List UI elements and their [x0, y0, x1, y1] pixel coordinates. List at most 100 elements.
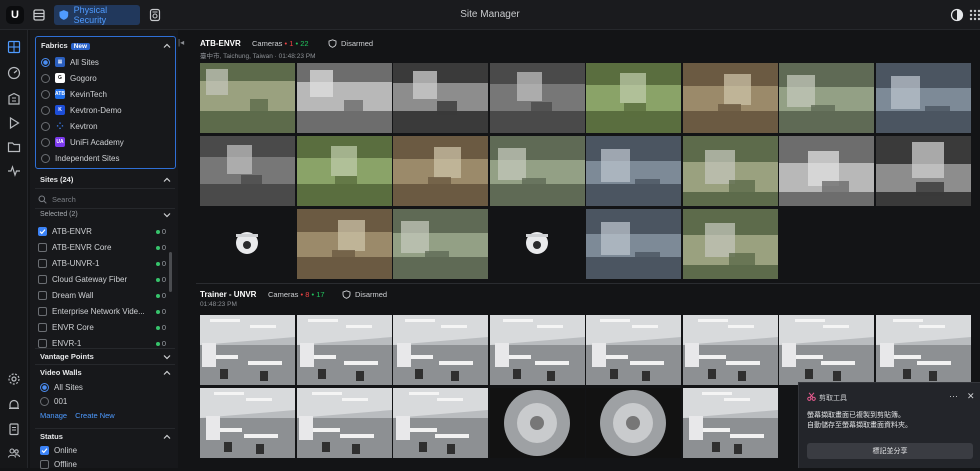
radio-button[interactable]	[41, 73, 50, 83]
search-input[interactable]: Search	[38, 192, 168, 206]
camera-feed-tile[interactable]	[393, 63, 488, 133]
status-item[interactable]: Online	[40, 443, 77, 457]
camera-feed-tile[interactable]	[393, 136, 488, 206]
status-item[interactable]: Offline	[40, 457, 77, 471]
camera-feed-tile[interactable]	[876, 136, 971, 206]
bell-icon[interactable]	[7, 398, 21, 412]
video-wall-item[interactable]: All Sites	[40, 380, 83, 394]
camera-feed-tile[interactable]	[490, 315, 585, 385]
checkbox[interactable]	[38, 274, 47, 284]
fabric-item[interactable]: K Kevtron-Demo	[41, 103, 122, 117]
nvr-name[interactable]: Trainer - UNVR	[200, 290, 256, 299]
camera-feed-tile[interactable]	[586, 136, 681, 206]
chevron-down-icon[interactable]	[163, 353, 171, 361]
camera-feed-tile[interactable]	[200, 388, 295, 458]
camera-feed-tile[interactable]	[200, 136, 295, 206]
camera-feed-tile[interactable]	[586, 209, 681, 279]
checkbox[interactable]	[40, 459, 49, 469]
arm-status[interactable]: Disarmed	[342, 290, 387, 299]
radio-button[interactable]	[41, 89, 50, 99]
site-item[interactable]: ATB-ENVR Core 0	[38, 239, 166, 255]
radio-button[interactable]	[40, 382, 49, 392]
manage-link[interactable]: Manage	[40, 411, 67, 420]
play-icon[interactable]	[7, 116, 21, 130]
fabric-item[interactable]: ⁘ Kevtron	[41, 119, 98, 133]
camera-feed-tile[interactable]	[393, 209, 488, 279]
camera-feed-tile[interactable]	[586, 63, 681, 133]
fabric-item[interactable]: ATB KevinTech	[41, 87, 107, 101]
checkbox[interactable]	[38, 290, 47, 300]
site-item[interactable]: Enterprise Network Vide... 0	[38, 303, 166, 319]
camera-feed-tile[interactable]	[586, 388, 681, 458]
radio-button[interactable]	[41, 121, 50, 131]
arm-status[interactable]: Disarmed	[328, 39, 373, 48]
chevron-down-icon[interactable]	[163, 211, 171, 219]
camera-feed-tile[interactable]	[393, 315, 488, 385]
site-item[interactable]: ATB-ENVR 0	[38, 223, 166, 239]
camera-feed-tile[interactable]	[200, 315, 295, 385]
chevron-up-icon[interactable]	[163, 42, 171, 50]
chevron-up-icon[interactable]	[163, 433, 171, 441]
fabric-item[interactable]: UA UniFi Academy	[41, 135, 124, 149]
video-wall-item[interactable]: 001	[40, 394, 67, 408]
site-item[interactable]: Cloud Gateway Fiber 0	[38, 271, 166, 287]
users-icon[interactable]	[7, 446, 21, 460]
camera-feed-tile[interactable]	[876, 315, 971, 385]
chevron-up-icon[interactable]	[163, 369, 171, 377]
grid-icon[interactable]	[7, 40, 21, 54]
camera-feed-tile[interactable]	[297, 63, 392, 133]
sites-scrollbar[interactable]	[169, 252, 172, 292]
chevron-up-icon[interactable]	[163, 176, 171, 184]
radio-button[interactable]	[41, 105, 50, 115]
markup-share-button[interactable]: 標記並分享	[807, 443, 973, 459]
camera-feed-tile[interactable]	[779, 63, 874, 133]
close-icon[interactable]: ✕	[967, 391, 975, 402]
checkbox[interactable]	[38, 226, 47, 236]
camera-feed-tile[interactable]	[393, 388, 488, 458]
camera-feed-tile[interactable]	[490, 63, 585, 133]
camera-offline-tile[interactable]	[200, 209, 295, 279]
dashboard-icon[interactable]	[7, 66, 21, 80]
settings-icon[interactable]	[7, 372, 21, 386]
camera-feed-tile[interactable]	[297, 136, 392, 206]
snipping-tool-notification[interactable]: 剪取工具 ··· ✕ 螢幕擷取畫面已複製到剪貼簿。 自動儲存至螢幕擷取畫面資料夾…	[798, 382, 980, 468]
camera-feed-tile[interactable]	[876, 63, 971, 133]
camera-feed-tile[interactable]	[200, 63, 295, 133]
camera-feed-tile[interactable]	[779, 136, 874, 206]
site-item[interactable]: ATB-UNVR-1 0	[38, 255, 166, 271]
fabric-item[interactable]: ▦ All Sites	[41, 55, 99, 69]
camera-feed-tile[interactable]	[683, 209, 778, 279]
vantage-points-heading[interactable]: Vantage Points	[40, 352, 94, 361]
camera-feed-tile[interactable]	[490, 136, 585, 206]
radio-button[interactable]	[41, 137, 50, 147]
camera-feed-tile[interactable]	[683, 315, 778, 385]
pulse-icon[interactable]	[7, 164, 21, 178]
camera-feed-tile[interactable]	[490, 388, 585, 458]
create-new-link[interactable]: Create New	[75, 411, 115, 420]
clipboard-icon[interactable]	[7, 422, 21, 436]
radio-button[interactable]	[40, 396, 49, 406]
checkbox[interactable]	[38, 322, 47, 332]
radio-button[interactable]	[41, 57, 50, 67]
folder-icon[interactable]	[7, 140, 21, 154]
more-options-icon[interactable]: ···	[949, 391, 958, 401]
camera-feed-tile[interactable]	[586, 315, 681, 385]
camera-offline-tile[interactable]	[490, 209, 585, 279]
checkbox[interactable]	[40, 445, 49, 455]
camera-feed-tile[interactable]	[683, 136, 778, 206]
checkbox[interactable]	[38, 306, 47, 316]
camera-feed-tile[interactable]	[683, 63, 778, 133]
fabric-item[interactable]: G Gogoro	[41, 71, 97, 85]
camera-feed-tile[interactable]	[683, 388, 778, 458]
nvr-name[interactable]: ATB-ENVR	[200, 39, 241, 48]
camera-feed-tile[interactable]	[297, 209, 392, 279]
radio-button[interactable]	[41, 153, 50, 163]
building-icon[interactable]	[7, 92, 21, 106]
camera-feed-tile[interactable]	[779, 315, 874, 385]
camera-feed-tile[interactable]	[297, 315, 392, 385]
checkbox[interactable]	[38, 242, 47, 252]
camera-feed-tile[interactable]	[297, 388, 392, 458]
fabric-item[interactable]: Independent Sites	[41, 151, 120, 165]
apps-grid-icon[interactable]	[968, 8, 980, 22]
theme-toggle-icon[interactable]	[950, 8, 964, 22]
